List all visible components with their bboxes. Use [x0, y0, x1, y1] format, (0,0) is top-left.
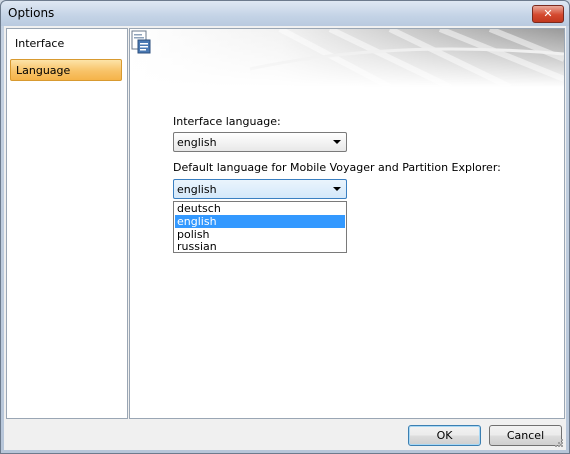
- interface-language-label: Interface language:: [173, 115, 281, 128]
- close-icon: ✕: [543, 7, 553, 20]
- default-language-value: english: [177, 183, 217, 196]
- title-bar[interactable]: Options ✕: [1, 1, 569, 26]
- options-sidebar: Interface Language: [6, 28, 128, 419]
- language-settings-icon: [131, 30, 151, 54]
- sidebar-item-label: Interface: [15, 37, 65, 50]
- dropdown-option-english[interactable]: english: [175, 215, 345, 228]
- interface-language-value: english: [177, 136, 217, 149]
- default-language-label: Default language for Mobile Voyager and …: [173, 161, 501, 174]
- cancel-button[interactable]: Cancel: [489, 425, 562, 446]
- sidebar-item-label: Language: [16, 64, 71, 77]
- header-banner: [130, 29, 564, 87]
- default-language-dropdown: deutsch english polish russian: [173, 201, 347, 253]
- chevron-down-icon: [333, 187, 341, 191]
- ok-button[interactable]: OK: [408, 425, 481, 446]
- dropdown-option-russian[interactable]: russian: [175, 240, 345, 253]
- interface-language-select[interactable]: english: [173, 132, 347, 152]
- default-language-select[interactable]: english: [173, 179, 347, 199]
- dialog-client-area: Interface Language Interface language: e…: [4, 26, 566, 450]
- dropdown-option-deutsch[interactable]: deutsch: [175, 202, 345, 215]
- sidebar-item-interface[interactable]: Interface: [10, 33, 122, 55]
- header-background-art: [130, 29, 564, 87]
- language-settings-panel: Interface language: english Default lang…: [129, 28, 565, 419]
- window-title: Options: [8, 6, 55, 20]
- options-window: Options ✕ Interface Language Interface l…: [0, 0, 570, 454]
- resize-grip-icon[interactable]: [554, 438, 564, 448]
- sidebar-item-language[interactable]: Language: [10, 59, 122, 81]
- chevron-down-icon: [333, 140, 341, 144]
- close-button[interactable]: ✕: [532, 5, 564, 23]
